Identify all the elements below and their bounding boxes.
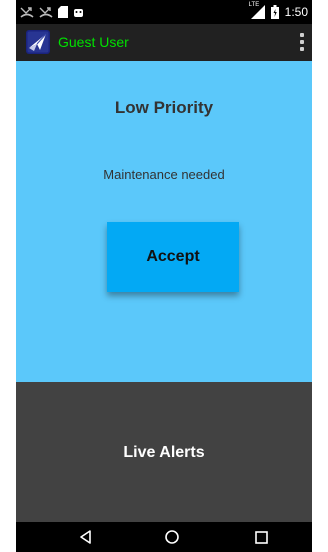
page-title: Guest User: [58, 34, 129, 50]
missed-call-icon: [39, 6, 53, 18]
battery-icon: [270, 5, 279, 19]
alert-panel: Low Priority Maintenance needed Accept: [16, 61, 312, 382]
live-alerts-label: Live Alerts: [123, 444, 205, 461]
phone-screen: LTE 1:50 Guest User Low Priority Mainten…: [16, 0, 312, 552]
paper-plane-logo-icon: [26, 30, 50, 54]
recents-icon[interactable]: [253, 529, 269, 545]
back-icon[interactable]: [78, 529, 94, 545]
live-alerts-panel[interactable]: Live Alerts: [16, 382, 312, 522]
overflow-menu-icon[interactable]: [294, 31, 310, 53]
home-icon[interactable]: [164, 529, 180, 545]
navigation-bar: [16, 522, 312, 552]
status-bar: LTE 1:50: [16, 0, 312, 24]
priority-heading: Low Priority: [114, 98, 214, 117]
missed-call-icon: [20, 6, 34, 18]
alert-message: Maintenance needed: [103, 167, 225, 182]
notification-icons: [20, 4, 84, 20]
system-indicators: LTE 1:50: [249, 2, 308, 21]
action-bar: Guest User: [16, 24, 312, 61]
clock: 1:50: [284, 5, 308, 19]
android-debug-icon: [73, 6, 84, 18]
signal-icon: LTE: [249, 2, 265, 19]
accept-button[interactable]: Accept: [107, 222, 239, 292]
sd-card-icon: [58, 6, 68, 18]
